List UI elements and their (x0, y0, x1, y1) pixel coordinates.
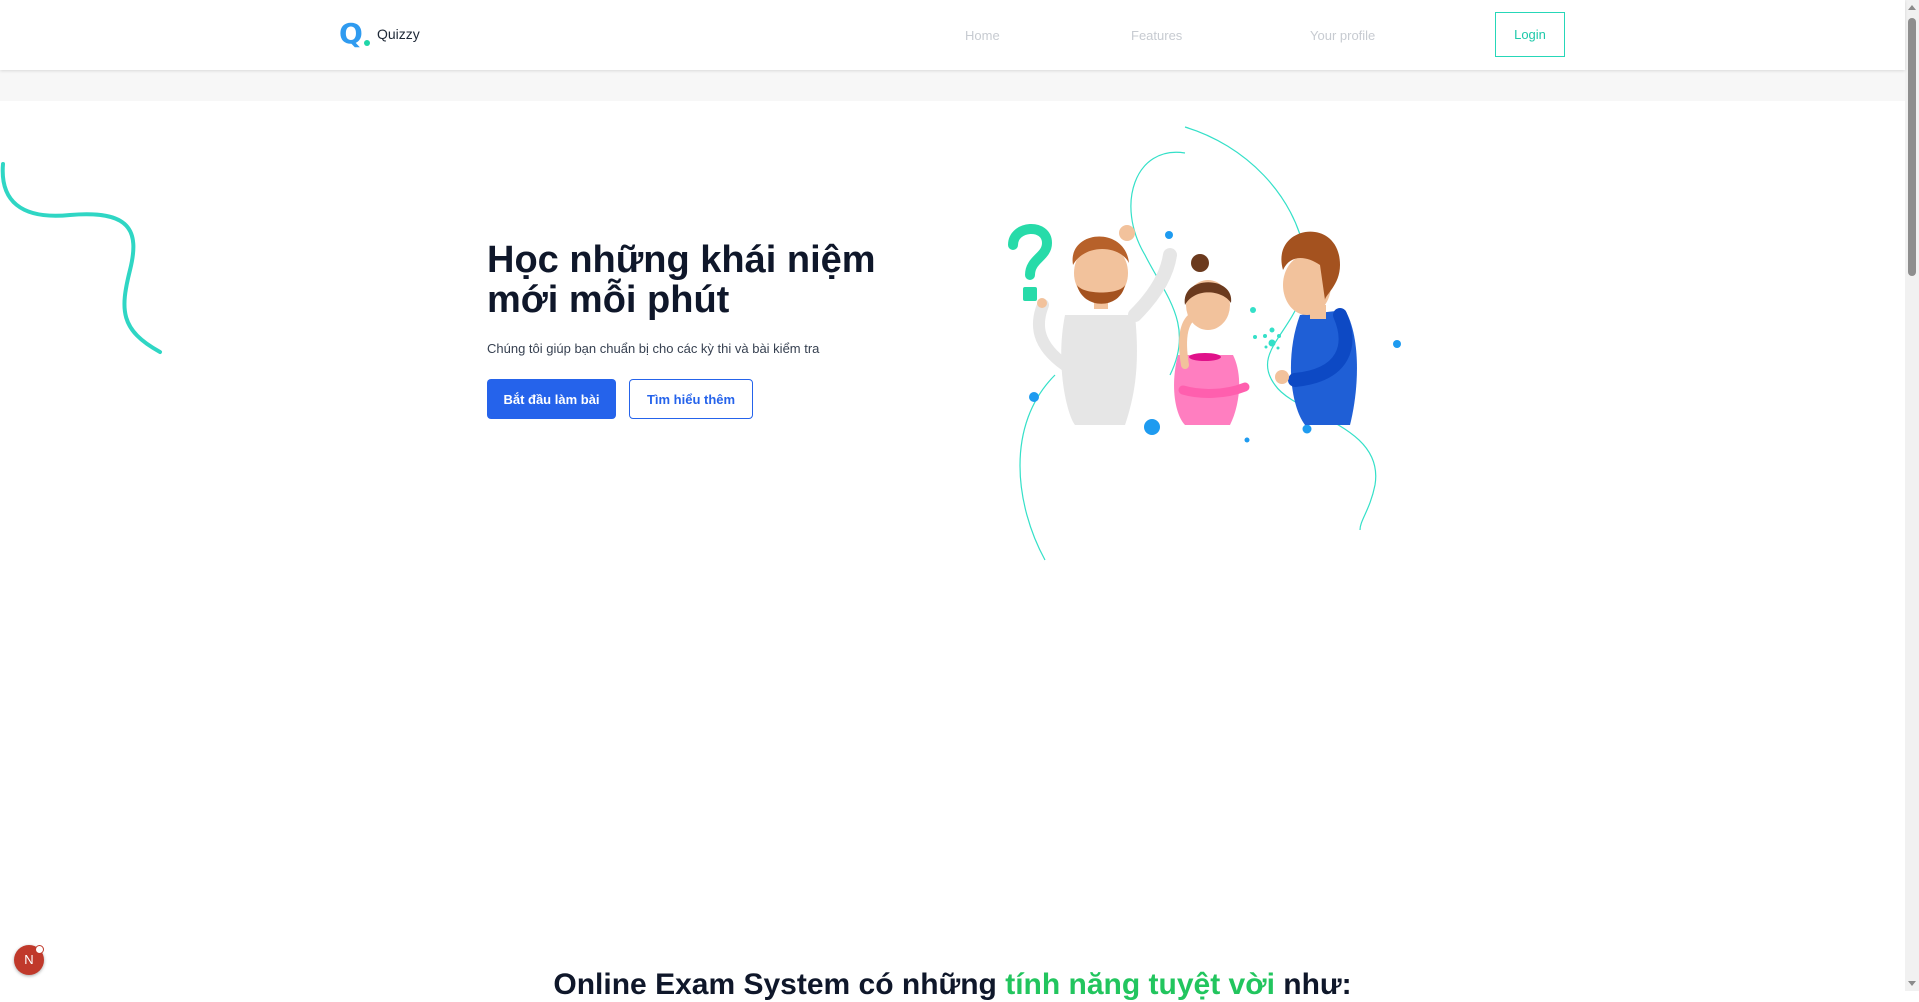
nav-link-your-profile[interactable]: Your profile (1310, 28, 1375, 43)
dev-tools-badge[interactable]: N (14, 945, 44, 975)
decorative-squiggle-icon (0, 162, 162, 354)
brand-logo[interactable]: Q Quizzy (339, 19, 420, 49)
start-quiz-button[interactable]: Bắt đầu làm bài (487, 379, 616, 419)
learn-more-button[interactable]: Tìm hiểu thêm (629, 379, 753, 419)
brand-name: Quizzy (377, 26, 420, 42)
scrollbar-thumb[interactable] (1908, 18, 1916, 276)
logo-letter: Q (339, 17, 363, 50)
page-scrollbar[interactable] (1905, 0, 1919, 991)
dev-badge-letter: N (24, 952, 34, 967)
logo-mark-icon: Q (339, 17, 370, 50)
nav-link-features[interactable]: Features (1131, 28, 1182, 43)
nav-link-home[interactable]: Home (965, 28, 1000, 43)
hero-illustration (1008, 126, 1401, 561)
scroll-up-arrow-icon[interactable] (1908, 5, 1916, 10)
top-navbar: Q Quizzy Home Features Your profile Logi… (0, 0, 1905, 70)
features-heading-prefix: Online Exam System có những (553, 968, 1006, 1001)
hero-subtitle: Chúng tôi giúp bạn chuẩn bị cho các kỳ t… (487, 341, 820, 356)
features-heading: Online Exam System có những tính năng tu… (0, 968, 1905, 1002)
features-heading-suffix: như: (1274, 968, 1352, 1001)
features-heading-highlight: tính năng tuyệt vời (1005, 968, 1275, 1001)
hero-title: Học những khái niệm mới mỗi phút (487, 239, 876, 321)
scroll-down-arrow-icon[interactable] (1908, 981, 1916, 986)
login-button[interactable]: Login (1495, 12, 1565, 57)
notification-dot-icon (35, 945, 44, 954)
logo-dot-icon (364, 40, 370, 46)
header-spacer (0, 70, 1905, 101)
